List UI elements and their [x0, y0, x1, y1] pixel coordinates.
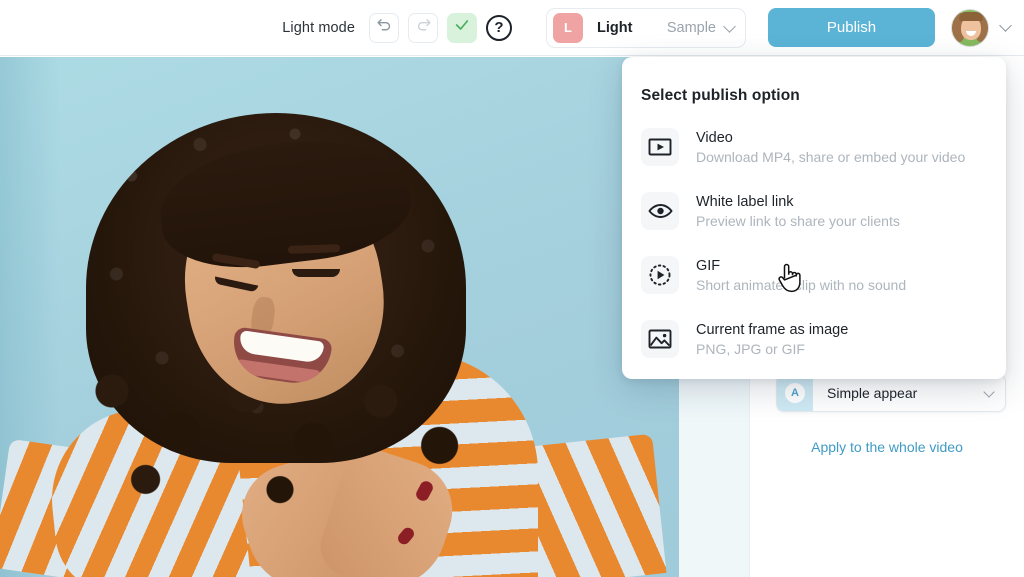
chevron-down-icon — [723, 19, 736, 33]
undo-arrow-icon — [376, 17, 393, 39]
animation-select[interactable]: A Simple appear — [776, 374, 1006, 412]
brand-preset-label: Sample — [666, 19, 716, 36]
brand-name-label: Light — [597, 19, 633, 36]
option-title: White label link — [696, 193, 794, 210]
top-toolbar: Light mode ? L Light Sample Publish — [0, 0, 1024, 56]
publish-option-gif[interactable]: GIF Short animated clip with no sound — [622, 243, 1006, 307]
option-subtitle: Download MP4, share or embed your video — [696, 148, 966, 165]
brand-avatar: L — [553, 12, 583, 43]
subject-eye-right — [292, 269, 340, 277]
option-subtitle: PNG, JPG or GIF — [696, 340, 805, 357]
image-picture-icon — [641, 320, 679, 358]
option-title: Current frame as image — [696, 321, 849, 338]
canvas-subject — [0, 57, 679, 577]
redo-button[interactable] — [408, 12, 438, 43]
animation-badge-letter: A — [785, 383, 805, 403]
option-title: Video — [696, 129, 733, 146]
animation-badge: A — [777, 375, 813, 411]
publish-option-current-frame-text: Current frame as image PNG, JPG or GIF — [696, 322, 848, 357]
redo-arrow-icon — [415, 17, 432, 39]
user-menu[interactable] — [951, 8, 1012, 47]
brand-preset-selector[interactable]: L Light Sample — [546, 7, 746, 48]
publish-option-white-label-text: White label link Preview link to share y… — [696, 194, 900, 229]
avatar[interactable] — [951, 8, 989, 47]
option-title: GIF — [696, 257, 721, 274]
apply-confirm-button[interactable] — [447, 12, 477, 43]
eye-icon — [641, 192, 679, 230]
help-question-icon: ? — [494, 19, 504, 36]
publish-option-white-label-link[interactable]: White label link Preview link to share y… — [622, 179, 1006, 243]
publish-options-panel: Select publish option Video Download MP4… — [622, 57, 1006, 379]
publish-option-gif-text: GIF Short animated clip with no sound — [696, 258, 906, 293]
option-subtitle: Preview link to share your clients — [696, 212, 900, 229]
app-root: Light mode ? L Light Sample Publish A Si… — [0, 0, 1024, 577]
help-button[interactable]: ? — [486, 14, 512, 41]
undo-button[interactable] — [369, 12, 399, 43]
option-subtitle: Short animated clip with no sound — [696, 276, 907, 293]
publish-button[interactable]: Publish — [768, 8, 935, 47]
chevron-down-icon — [983, 385, 995, 398]
light-mode-label: Light mode — [282, 19, 355, 36]
brand-avatar-initial: L — [564, 20, 572, 35]
publish-panel-title: Select publish option — [641, 87, 800, 104]
apply-to-whole-video-link[interactable]: Apply to the whole video — [750, 439, 1024, 455]
avatar-fringe — [959, 11, 983, 21]
checkmark-icon — [454, 17, 470, 38]
gif-dashed-play-icon — [641, 256, 679, 294]
video-play-rectangle-icon — [641, 128, 679, 166]
publish-option-video[interactable]: Video Download MP4, share or embed your … — [622, 115, 1006, 179]
publish-option-video-text: Video Download MP4, share or embed your … — [696, 130, 965, 165]
publish-option-current-frame[interactable]: Current frame as image PNG, JPG or GIF — [622, 307, 1006, 371]
video-canvas[interactable] — [0, 57, 679, 577]
chevron-down-icon[interactable] — [999, 19, 1012, 32]
animation-select-value: Simple appear — [827, 385, 918, 401]
